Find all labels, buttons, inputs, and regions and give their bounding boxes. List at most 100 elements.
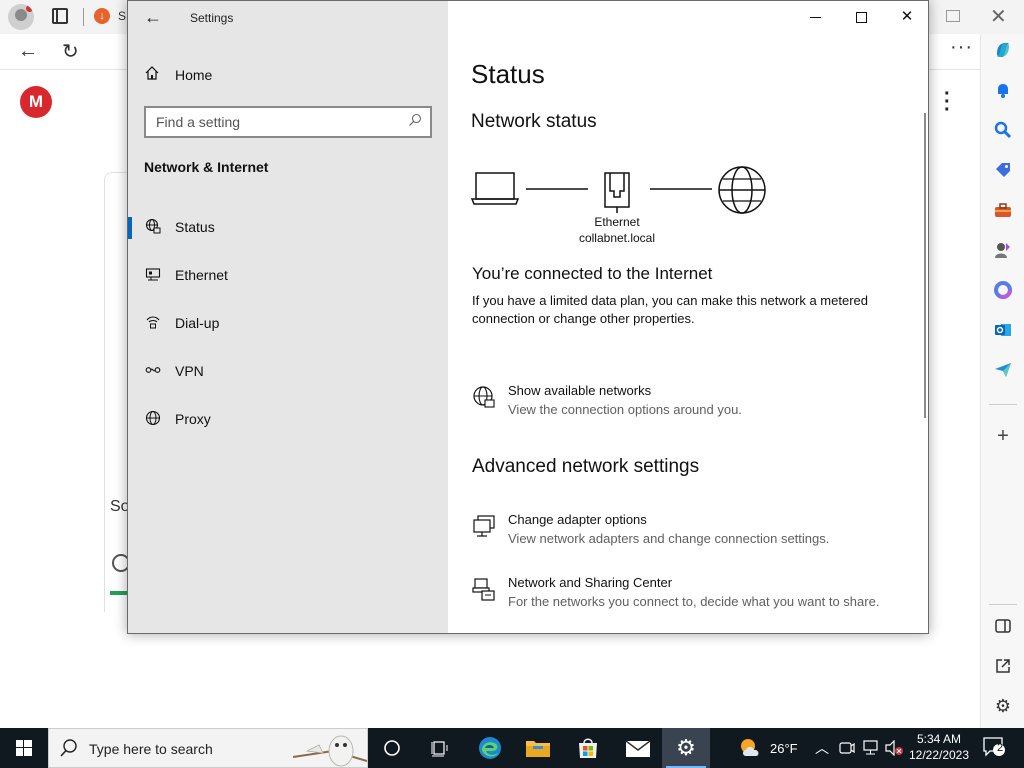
connection-status-heading: You’re connected to the Internet bbox=[472, 264, 713, 283]
start-button[interactable] bbox=[0, 728, 48, 768]
task-view-icon bbox=[431, 741, 448, 757]
outlook-icon[interactable] bbox=[993, 320, 1013, 340]
mail-button[interactable] bbox=[614, 728, 662, 768]
taskbar-search[interactable]: Type here to search bbox=[48, 728, 368, 768]
minimize-button[interactable] bbox=[792, 1, 838, 33]
network-diagram-graphic bbox=[470, 166, 766, 214]
weather-temperature: 26°F bbox=[770, 740, 798, 756]
nav-item-label: Proxy bbox=[175, 411, 211, 427]
action-center-button[interactable]: 2 bbox=[982, 736, 1006, 758]
link-title[interactable]: Show available networks bbox=[508, 383, 742, 398]
profile-avatar[interactable] bbox=[8, 4, 34, 30]
file-explorer-button[interactable] bbox=[514, 728, 562, 768]
taskbar-clock[interactable]: 5:34 AM 12/22/2023 bbox=[905, 731, 973, 763]
internet-globe-icon bbox=[718, 166, 766, 214]
sharing-center-icon bbox=[472, 577, 496, 601]
window-title: Settings bbox=[190, 11, 234, 25]
settings-gear-icon[interactable]: ⚙ bbox=[993, 696, 1013, 716]
network-sharing-center-link[interactable]: Network and Sharing Center For the netwo… bbox=[472, 575, 879, 609]
task-view-button[interactable] bbox=[416, 728, 464, 768]
shopping-tag-icon[interactable] bbox=[993, 160, 1013, 180]
show-available-networks-link[interactable]: Show available networks View the connect… bbox=[472, 383, 742, 417]
games-icon[interactable] bbox=[993, 240, 1013, 260]
nav-item-dialup[interactable]: Dial-up bbox=[128, 303, 448, 343]
tab-title[interactable]: S bbox=[118, 9, 126, 23]
browser-refresh-icon[interactable]: ↻ bbox=[62, 39, 79, 64]
external-link-icon[interactable] bbox=[993, 656, 1013, 676]
browser-close-icon[interactable]: ✕ bbox=[990, 4, 1007, 29]
home-label: Home bbox=[175, 67, 213, 83]
mail-icon bbox=[625, 740, 651, 757]
home-nav-item[interactable]: Home bbox=[144, 63, 212, 87]
nav-item-status[interactable]: Status bbox=[128, 207, 448, 247]
close-button[interactable]: ✕ bbox=[884, 1, 928, 33]
link-title[interactable]: Change adapter options bbox=[508, 512, 829, 527]
advanced-settings-heading: Advanced network settings bbox=[472, 456, 700, 477]
nav-item-proxy[interactable]: Proxy bbox=[128, 399, 448, 439]
nav-item-label: Status bbox=[175, 219, 215, 235]
edge-sidebar: + ⚙ bbox=[980, 34, 1024, 728]
network-diagram: Ethernet collabnet.local bbox=[470, 161, 780, 251]
tray-overflow-button[interactable]: ︿ bbox=[815, 728, 829, 768]
content-scrollbar[interactable] bbox=[924, 113, 926, 418]
edge-taskbar-button[interactable] bbox=[466, 728, 514, 768]
laptop-icon bbox=[470, 172, 520, 205]
volume-muted-icon bbox=[885, 740, 903, 756]
search-icon[interactable] bbox=[408, 113, 422, 130]
tray-volume-button[interactable] bbox=[884, 728, 904, 768]
toolbox-icon[interactable] bbox=[993, 200, 1013, 220]
ethernet-icon bbox=[144, 266, 162, 285]
search-icon[interactable] bbox=[993, 120, 1013, 140]
sidebar-divider bbox=[989, 604, 1017, 605]
network-name: collabnet.local bbox=[578, 231, 656, 245]
tray-network-button[interactable] bbox=[862, 728, 880, 768]
clock-time: 5:34 AM bbox=[916, 732, 962, 746]
maximize-button[interactable] bbox=[838, 1, 884, 33]
page-kebab-icon[interactable]: · · · bbox=[944, 84, 951, 120]
network-status-heading: Network status bbox=[471, 111, 597, 132]
browser-back-icon[interactable]: ← bbox=[18, 40, 38, 63]
link-title[interactable]: Network and Sharing Center bbox=[508, 575, 879, 590]
browser-more-icon[interactable]: ··· bbox=[950, 36, 973, 59]
split-screen-icon[interactable] bbox=[993, 616, 1013, 636]
windows-logo-icon bbox=[16, 740, 32, 756]
copilot-icon[interactable] bbox=[993, 40, 1013, 60]
store-bag-icon bbox=[579, 738, 597, 758]
tab-actions-icon[interactable] bbox=[52, 8, 68, 24]
settings-taskbar-button[interactable]: ⚙ bbox=[662, 728, 710, 768]
search-highlight-owl-icon bbox=[293, 735, 367, 767]
page-title: Status bbox=[471, 59, 545, 89]
add-icon[interactable]: + bbox=[993, 426, 1013, 446]
store-button[interactable] bbox=[564, 728, 612, 768]
maximize-icon bbox=[855, 11, 867, 23]
adapter-name: Ethernet bbox=[594, 215, 640, 229]
settings-content: Status Network status Ethernet collabnet… bbox=[448, 1, 928, 633]
change-adapter-options-link[interactable]: Change adapter options View network adap… bbox=[472, 512, 829, 546]
connection-status-description: If you have a limited data plan, you can… bbox=[472, 293, 868, 326]
browser-restore-icon[interactable] bbox=[946, 10, 960, 22]
folder-icon bbox=[526, 741, 550, 757]
home-icon bbox=[144, 65, 160, 85]
bell-icon[interactable] bbox=[993, 80, 1013, 100]
nav-item-vpn[interactable]: VPN bbox=[128, 351, 448, 391]
nav-item-label: Ethernet bbox=[175, 267, 228, 283]
telegram-send-icon[interactable] bbox=[993, 360, 1013, 380]
cortana-button[interactable] bbox=[368, 728, 416, 768]
m365-icon[interactable] bbox=[993, 280, 1013, 300]
weather-partly-cloudy-icon bbox=[741, 739, 759, 756]
link-description: View the connection options around you. bbox=[508, 402, 742, 417]
tray-meet-button[interactable] bbox=[839, 728, 855, 768]
search-input[interactable] bbox=[146, 108, 396, 136]
weather-widget[interactable]: 26°F bbox=[738, 728, 798, 768]
meet-now-icon bbox=[839, 742, 855, 754]
minimize-icon bbox=[809, 16, 821, 18]
status-globe-icon bbox=[144, 218, 162, 237]
site-logo[interactable]: M bbox=[20, 86, 52, 118]
nav-item-ethernet[interactable]: Ethernet bbox=[128, 255, 448, 295]
settings-search-box[interactable] bbox=[144, 106, 432, 138]
taskbar-search-placeholder[interactable]: Type here to search bbox=[89, 741, 213, 757]
search-icon bbox=[59, 738, 79, 763]
tab-favicon-icon: ↓ bbox=[94, 8, 110, 24]
close-icon: ✕ bbox=[900, 8, 914, 25]
back-arrow-icon[interactable]: ← bbox=[144, 7, 162, 28]
